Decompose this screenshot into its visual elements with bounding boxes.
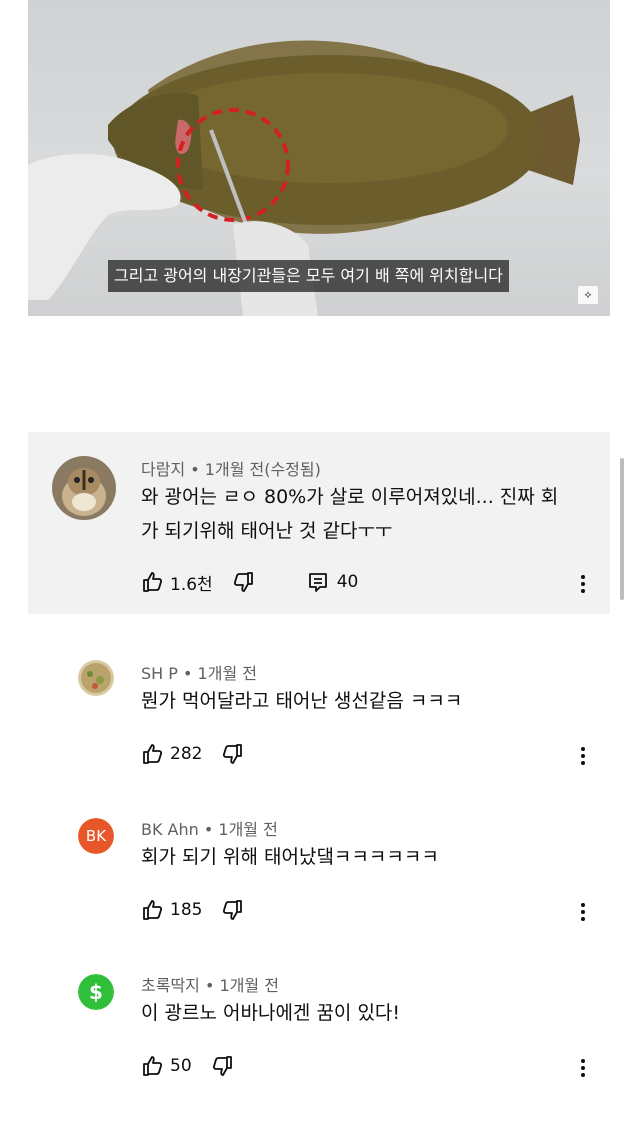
- comment-author[interactable]: 초록딱지: [141, 976, 200, 995]
- comment-meta: 초록딱지 • 1개월 전: [141, 972, 279, 996]
- thumbs-down-icon: [223, 900, 243, 920]
- dollar-icon: $: [78, 974, 114, 1010]
- avatar[interactable]: BK: [78, 818, 114, 854]
- comment-text: 회가 되기 위해 태어났댘ㅋㅋㅋㅋㅋㅋ: [141, 840, 439, 874]
- more-options-button[interactable]: [580, 572, 586, 596]
- comment-item: SH P • 1개월 전 뭔가 먹어달라고 태어난 생선같음 ㅋㅋㅋ 282: [28, 650, 610, 780]
- comment-meta: SH P • 1개월 전: [141, 660, 257, 684]
- comment-time: 1개월 전(수정됨): [204, 460, 321, 479]
- meta-separator: •: [203, 820, 214, 839]
- comment-actions: 282: [141, 740, 244, 768]
- like-count: 282: [170, 744, 203, 764]
- like-button[interactable]: 1.6천: [141, 570, 213, 595]
- reply-icon: [308, 573, 327, 592]
- comment-time: 1개월 전: [219, 976, 279, 995]
- comment-text-line: 와 광어는 ㄹㅇ 80%가 살로 이루어져있네... 진짜 회: [141, 486, 559, 508]
- thumbs-up-icon: [143, 1056, 163, 1076]
- comment-text-line: 가 되기위해 태어난 것 같다ㅜㅜ: [141, 520, 393, 542]
- comment-meta: BK Ahn • 1개월 전: [141, 816, 278, 840]
- comment-text-line: 뭔가 먹어달라고 태어난 생선같음 ㅋㅋㅋ: [141, 690, 463, 712]
- meta-separator: •: [183, 664, 193, 683]
- comment-actions: 185: [141, 896, 244, 924]
- dislike-button[interactable]: [220, 742, 244, 766]
- more-options-button[interactable]: [580, 1056, 586, 1080]
- reply-count: 40: [336, 572, 359, 592]
- video-thumbnail[interactable]: 그리고 광어의 내장기관들은 모두 여기 배 쪽에 위치합니다 ⟡: [28, 0, 610, 316]
- like-button[interactable]: 50: [141, 1054, 192, 1078]
- comment-text-line: 이 광르노 어바나에겐 꿈이 있다!: [141, 1002, 401, 1024]
- dislike-button[interactable]: [220, 898, 244, 922]
- more-options-button[interactable]: [580, 744, 586, 768]
- thumbs-down-icon: [233, 572, 253, 592]
- more-options-button[interactable]: [580, 900, 586, 924]
- like-button[interactable]: 185: [141, 898, 202, 922]
- thumbs-up-icon: [143, 572, 163, 592]
- comment-item: 다람지 • 1개월 전(수정됨) 와 광어는 ㄹㅇ 80%가 살로 이루어져있네…: [28, 432, 610, 614]
- comment-author[interactable]: 다람지: [141, 460, 185, 479]
- reply-button[interactable]: 40: [307, 571, 359, 593]
- avatar[interactable]: $: [78, 974, 114, 1010]
- thumbs-down-icon: [212, 1056, 232, 1076]
- thumbs-up-icon: [143, 744, 163, 764]
- video-subtitle: 그리고 광어의 내장기관들은 모두 여기 배 쪽에 위치합니다: [108, 260, 509, 292]
- comment-text-line: 회가 되기 위해 태어났댘ㅋㅋㅋㅋㅋㅋ: [141, 846, 439, 868]
- like-count: 50: [170, 1056, 192, 1076]
- like-count: 1.6천: [170, 574, 213, 595]
- fish-logo-icon: ⟡: [578, 286, 598, 304]
- avatar-initials: BK: [78, 818, 114, 854]
- comment-actions: 1.6천 40: [141, 568, 358, 596]
- meta-separator: •: [204, 976, 215, 995]
- avatar[interactable]: [78, 660, 114, 696]
- avatar[interactable]: [52, 456, 116, 520]
- comment-text: 이 광르노 어바나에겐 꿈이 있다!: [141, 996, 400, 1030]
- scrollbar[interactable]: [620, 458, 624, 600]
- comment-meta: 다람지 • 1개월 전(수정됨): [141, 456, 321, 480]
- meta-separator: •: [190, 460, 200, 479]
- comment-author[interactable]: SH P: [141, 664, 178, 683]
- comment-text: 와 광어는 ㄹㅇ 80%가 살로 이루어져있네... 진짜 회 가 되기위해 태…: [141, 480, 558, 548]
- like-button[interactable]: 282: [141, 742, 202, 766]
- comment-time: 1개월 전: [197, 664, 257, 683]
- thumbs-up-icon: [143, 900, 163, 920]
- comment-actions: 50: [141, 1052, 234, 1080]
- comment-item: BK BK Ahn • 1개월 전 회가 되기 위해 태어났댘ㅋㅋㅋㅋㅋㅋ 18…: [28, 806, 610, 936]
- dislike-button[interactable]: [210, 1054, 234, 1078]
- comment-text: 뭔가 먹어달라고 태어난 생선같음 ㅋㅋㅋ: [141, 684, 462, 718]
- dislike-button[interactable]: [231, 570, 255, 594]
- like-count: 185: [170, 900, 203, 920]
- thumbs-down-icon: [223, 744, 243, 764]
- comment-time: 1개월 전: [218, 820, 278, 839]
- comment-author[interactable]: BK Ahn: [141, 820, 199, 839]
- comment-item: $ 초록딱지 • 1개월 전 이 광르노 어바나에겐 꿈이 있다! 50: [28, 962, 610, 1092]
